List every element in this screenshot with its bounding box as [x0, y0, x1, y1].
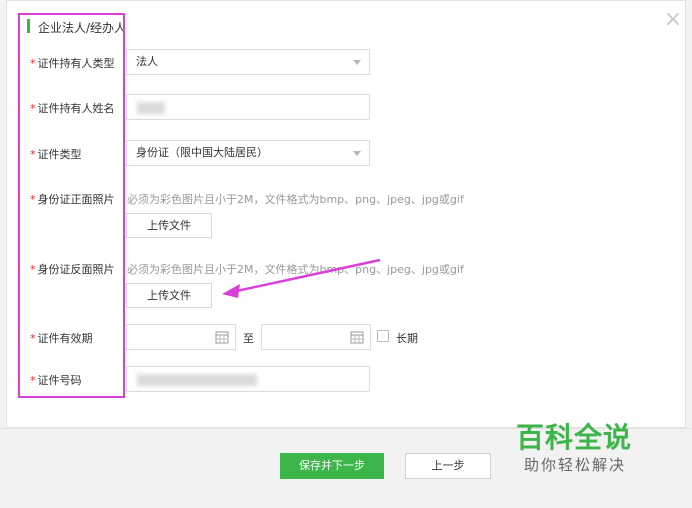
required-mark: * — [30, 332, 36, 345]
required-mark: * — [30, 374, 36, 387]
validity-end-input[interactable] — [261, 324, 371, 350]
calendar-icon[interactable] — [215, 330, 229, 344]
watermark-title: 百科全说 — [516, 421, 633, 454]
previous-button[interactable]: 上一步 — [405, 453, 491, 479]
redacted-number — [137, 374, 257, 386]
watermark-logo: 百科全说 助你轻松解决 — [500, 410, 670, 480]
long-term-checkbox[interactable] — [377, 330, 389, 342]
save-next-button[interactable]: 保存并下一步 — [280, 453, 384, 479]
validity-start-input[interactable] — [126, 324, 236, 350]
watermark-subtitle: 助你轻松解决 — [524, 456, 627, 474]
calendar-icon[interactable] — [350, 330, 364, 344]
date-range-separator: 至 — [243, 332, 254, 345]
cert-number-input[interactable] — [126, 366, 370, 392]
long-term-label: 长期 — [396, 332, 418, 345]
cert-number-label: * 证件号码 — [30, 374, 82, 387]
validity-label: * 证件有效期 — [30, 332, 93, 345]
